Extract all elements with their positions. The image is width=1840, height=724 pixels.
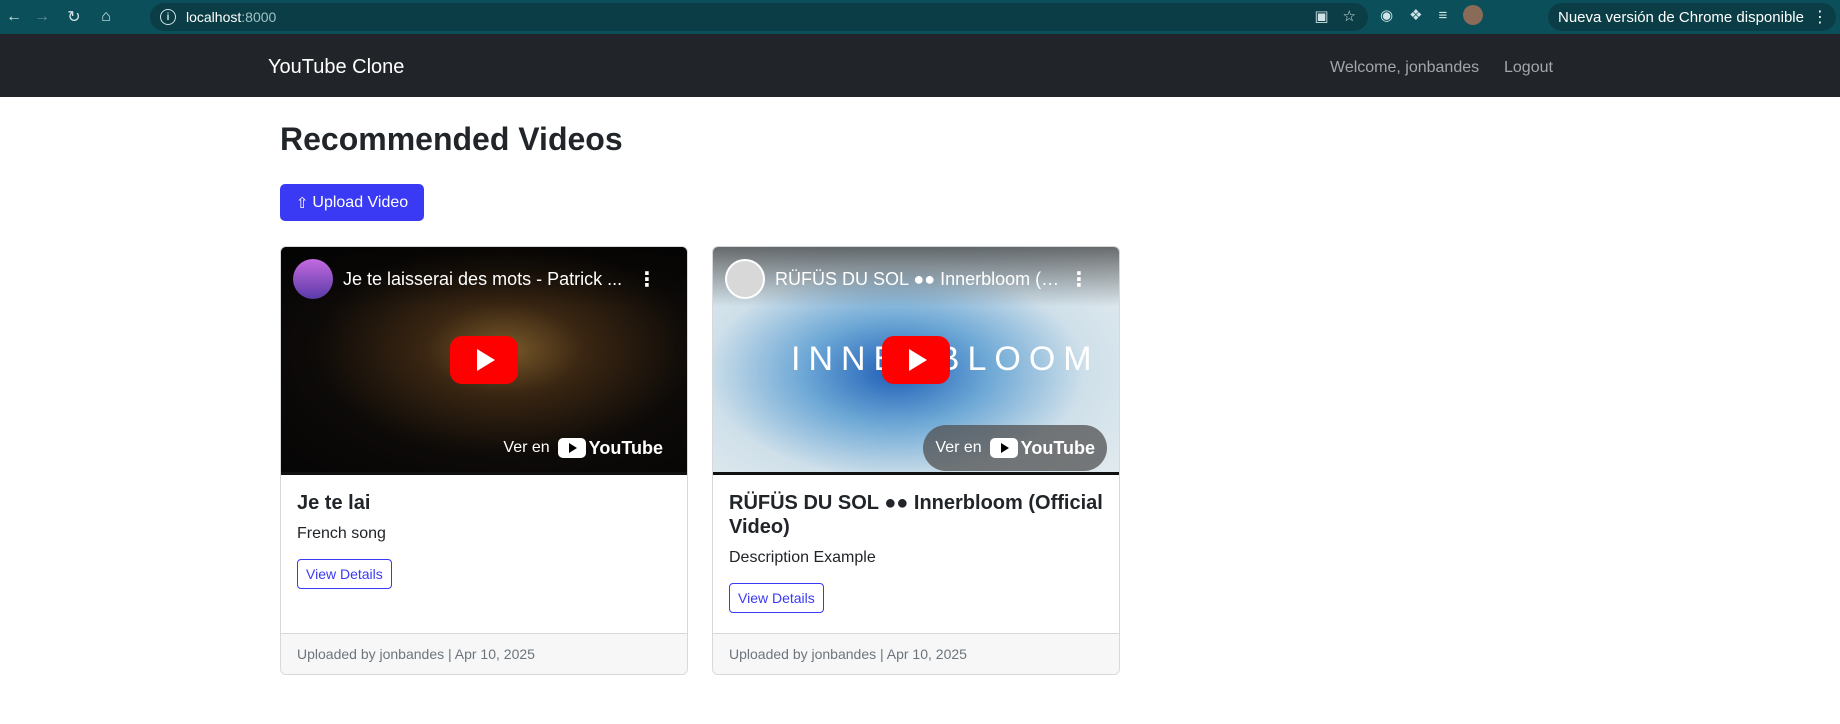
- video-description: Description Example: [729, 549, 876, 566]
- video-title: Je te lai: [297, 492, 371, 514]
- view-details-button[interactable]: View Details: [729, 583, 824, 613]
- channel-avatar[interactable]: [293, 259, 333, 299]
- upload-video-button[interactable]: ⇧ Upload Video: [280, 184, 424, 221]
- logout-link[interactable]: Logout: [1504, 59, 1553, 77]
- video-embed[interactable]: Je te laisserai des mots - Patrick ... ⋮…: [281, 247, 687, 475]
- card-body: Je te lai French song View Details: [281, 475, 687, 605]
- bookmark-star-icon[interactable]: ☆: [1343, 7, 1356, 25]
- app-navbar: YouTube Clone Welcome, jonbandes Logout: [0, 34, 1840, 97]
- card-body: RÜFÜS DU SOL ●● Innerbloom (Official Vid…: [713, 475, 1119, 629]
- card-footer: Uploaded by jonbandes | Apr 10, 2025: [281, 633, 687, 674]
- profile-avatar[interactable]: [1463, 5, 1484, 25]
- forward-arrow-icon[interactable]: →: [28, 3, 56, 31]
- watch-on-youtube-button[interactable]: Ver en YouTube: [923, 425, 1107, 471]
- reload-icon[interactable]: ↻: [60, 3, 88, 31]
- brand-link[interactable]: YouTube Clone: [268, 56, 404, 79]
- translate-icon[interactable]: ▣: [1314, 7, 1328, 25]
- update-label: Nueva versión de Chrome disponible: [1558, 8, 1804, 26]
- chrome-update-button[interactable]: Nueva versión de Chrome disponible ⋮: [1548, 3, 1836, 31]
- site-info-icon[interactable]: i: [160, 9, 176, 25]
- view-details-button[interactable]: View Details: [297, 559, 392, 589]
- upload-icon: ⇧: [295, 194, 309, 212]
- embed-bottom-bar: [281, 472, 687, 475]
- embed-bottom-bar: [713, 472, 1119, 475]
- video-description: French song: [297, 525, 386, 542]
- upload-label: Upload Video: [312, 193, 409, 211]
- address-bar[interactable]: i localhost:8000 ▣ ☆: [150, 3, 1368, 31]
- url-port: :8000: [241, 9, 277, 25]
- watch-on-label: Ver en: [503, 439, 550, 456]
- youtube-logo-icon: YouTube: [989, 437, 1095, 459]
- back-arrow-icon[interactable]: ←: [0, 3, 28, 31]
- video-title: RÜFÜS DU SOL ●● Innerbloom (Official Vid…: [729, 492, 1103, 538]
- youtube-logo-icon: YouTube: [557, 437, 663, 459]
- video-card: INNERBLOOM RÜFÜS DU SOL ●● Innerbloom (O…: [712, 246, 1120, 675]
- page-title: Recommended Videos: [280, 121, 623, 157]
- extensions-puzzle-icon[interactable]: ❖: [1409, 6, 1422, 24]
- play-button-icon[interactable]: [450, 336, 518, 384]
- embed-title[interactable]: Je te laisserai des mots - Patrick ...: [343, 269, 633, 290]
- embed-menu-icon[interactable]: ⋮: [1069, 267, 1089, 292]
- play-button-icon[interactable]: [882, 336, 950, 384]
- youtube-logo-text: YouTube: [588, 437, 663, 458]
- url-host: localhost: [186, 9, 242, 25]
- watch-on-label: Ver en: [935, 439, 982, 456]
- video-embed[interactable]: INNERBLOOM RÜFÜS DU SOL ●● Innerbloom (O…: [713, 247, 1119, 475]
- card-footer: Uploaded by jonbandes | Apr 10, 2025: [713, 633, 1119, 674]
- reading-list-icon[interactable]: ≡: [1439, 7, 1448, 24]
- watch-on-youtube-button[interactable]: Ver en YouTube: [491, 425, 675, 471]
- youtube-logo-text: YouTube: [1020, 437, 1095, 458]
- video-card: Je te laisserai des mots - Patrick ... ⋮…: [280, 246, 688, 675]
- welcome-link[interactable]: Welcome, jonbandes: [1330, 59, 1479, 77]
- home-icon[interactable]: ⌂: [92, 3, 120, 31]
- embed-title[interactable]: RÜFÜS DU SOL ●● Innerbloom (O...: [775, 269, 1065, 290]
- more-menu-icon[interactable]: ⋮: [1812, 7, 1828, 27]
- embed-menu-icon[interactable]: ⋮: [637, 267, 657, 292]
- extension-app-icon[interactable]: ◉: [1380, 6, 1393, 24]
- browser-toolbar: ← → ↻ ⌂ i localhost:8000 ▣ ☆ ◉ ❖ ≡ Nueva…: [0, 0, 1840, 34]
- channel-avatar[interactable]: [725, 259, 765, 299]
